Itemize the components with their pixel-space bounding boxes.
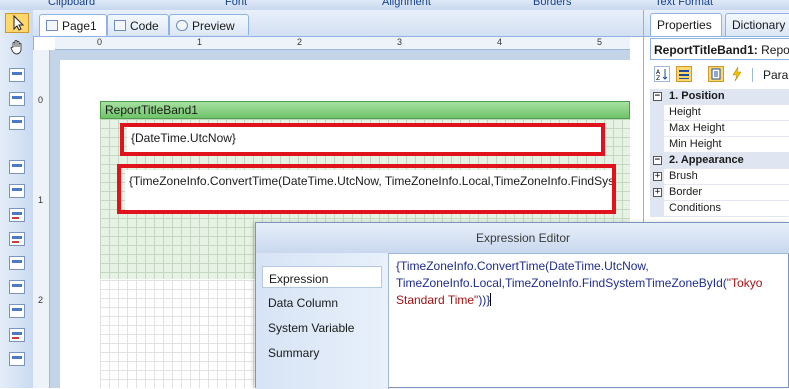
property-label: Border	[669, 186, 703, 198]
band-icon[interactable]	[9, 92, 25, 106]
property-gutter	[650, 105, 664, 121]
document-tabs: Page1 Code Preview	[33, 10, 643, 37]
ruler-label: 5	[597, 37, 603, 47]
svg-text:Z: Z	[656, 75, 660, 81]
report-component-icon[interactable]	[9, 256, 25, 270]
ruler-label: 4	[497, 37, 503, 47]
property-row[interactable]: + Border	[650, 185, 789, 201]
tab-preview-label: Preview	[192, 19, 235, 33]
tab-page1[interactable]: Page1	[39, 14, 107, 36]
collapse-icon[interactable]: −	[653, 92, 662, 101]
ruler-label: 2	[38, 295, 44, 305]
ribbon-group-font[interactable]: Font	[225, 0, 247, 8]
object-type: Repo	[757, 43, 789, 57]
vertical-ruler: 0 1 2	[33, 50, 50, 388]
ribbon-group-alignment[interactable]: Alignment	[382, 0, 431, 8]
property-label: 1. Position	[669, 90, 725, 102]
dialog-title: Expression Editor	[256, 223, 789, 254]
toolbar-separator	[752, 68, 753, 82]
report-component-icon[interactable]	[9, 160, 25, 174]
tab-properties[interactable]: Properties	[650, 13, 722, 36]
horizontal-ruler: 0 1 2 3 4 5	[55, 37, 630, 50]
code-icon	[114, 20, 126, 31]
report-component-icon[interactable]	[9, 352, 25, 366]
band-icon[interactable]	[9, 68, 25, 82]
ruler-label: 0	[97, 37, 103, 47]
expand-icon[interactable]: +	[653, 172, 662, 181]
property-label: Height	[669, 106, 701, 118]
editor-sidebar: Expression Data Column System Variable S…	[256, 253, 389, 389]
properties-tabs: Properties Dictionary	[644, 10, 789, 37]
properties-view-icon[interactable]	[708, 66, 724, 82]
categorized-icon[interactable]	[676, 66, 692, 82]
sidebar-item-summary[interactable]: Summary	[262, 341, 382, 363]
tab-code[interactable]: Code	[107, 14, 169, 35]
preview-icon	[176, 20, 188, 31]
ruler-label: 2	[297, 37, 303, 47]
ruler-label: 1	[197, 37, 203, 47]
sidebar-item-data-column[interactable]: Data Column	[262, 291, 382, 313]
property-row[interactable]: Height	[650, 105, 789, 121]
text-caret	[490, 293, 492, 306]
parameters-button[interactable]: Para	[763, 68, 788, 82]
property-label: Max Height	[669, 122, 725, 134]
ribbon-group-borders[interactable]: Borders	[533, 0, 572, 8]
page-icon	[46, 20, 58, 31]
property-gutter	[650, 201, 664, 217]
sort-alpha-icon[interactable]: AZ	[654, 66, 670, 82]
property-label: Conditions	[669, 202, 721, 214]
report-component-icon[interactable]	[9, 232, 25, 246]
property-category[interactable]: −2. Appearance	[650, 153, 789, 169]
ruler-label: 0	[38, 95, 44, 105]
object-name: ReportTitleBand1:	[654, 43, 758, 57]
ruler-label: 1	[38, 195, 44, 205]
property-label: 2. Appearance	[669, 154, 744, 166]
events-icon[interactable]	[730, 66, 746, 82]
sidebar-item-expression[interactable]: Expression	[262, 266, 382, 288]
property-gutter	[650, 137, 664, 153]
property-row[interactable]: Min Height	[650, 137, 789, 153]
toolbox	[0, 10, 34, 388]
highlight-frame	[120, 123, 605, 156]
expand-icon[interactable]: +	[653, 188, 662, 197]
property-category[interactable]: −1. Position	[650, 89, 789, 105]
report-component-icon[interactable]	[9, 184, 25, 198]
tab-dictionary[interactable]: Dictionary	[725, 13, 789, 36]
band-header[interactable]: ReportTitleBand1	[100, 101, 630, 119]
expression-code: {TimeZoneInfo.ConvertTime(DateTime.UtcNo…	[396, 259, 727, 290]
property-row[interactable]: + Brush	[650, 169, 789, 185]
report-component-icon[interactable]	[9, 208, 25, 222]
property-row[interactable]: Max Height	[650, 121, 789, 137]
property-row[interactable]: Conditions	[650, 201, 789, 217]
report-component-icon[interactable]	[9, 304, 25, 318]
collapse-icon[interactable]: −	[653, 156, 662, 165]
report-component-icon[interactable]	[9, 280, 25, 294]
ruler-label: 3	[397, 37, 403, 47]
object-selector[interactable]: ReportTitleBand1: Repo	[650, 38, 789, 60]
report-component-icon[interactable]	[9, 328, 25, 342]
expression-closing: ))}	[478, 293, 491, 307]
tab-page1-label: Page1	[62, 19, 97, 33]
properties-toolbar: AZ Para	[650, 63, 789, 87]
highlight-frame	[117, 164, 616, 214]
pointer-tool-icon[interactable]	[5, 13, 29, 33]
tab-preview[interactable]: Preview	[169, 14, 249, 35]
band-icon[interactable]	[9, 116, 25, 130]
hand-tool-icon[interactable]	[9, 39, 25, 55]
property-label: Min Height	[669, 138, 722, 150]
sidebar-item-system-variable[interactable]: System Variable	[262, 316, 382, 338]
ribbon-group-text-format[interactable]: Text Format	[655, 0, 713, 8]
expression-textarea[interactable]: {TimeZoneInfo.ConvertTime(DateTime.UtcNo…	[392, 256, 787, 387]
ribbon-group-clipboard[interactable]: Clipboard	[48, 0, 95, 8]
expression-editor-dialog: Expression Editor Expression Data Column…	[255, 222, 789, 389]
tab-code-label: Code	[130, 19, 159, 33]
property-label: Brush	[669, 170, 698, 182]
property-gutter	[650, 121, 664, 137]
